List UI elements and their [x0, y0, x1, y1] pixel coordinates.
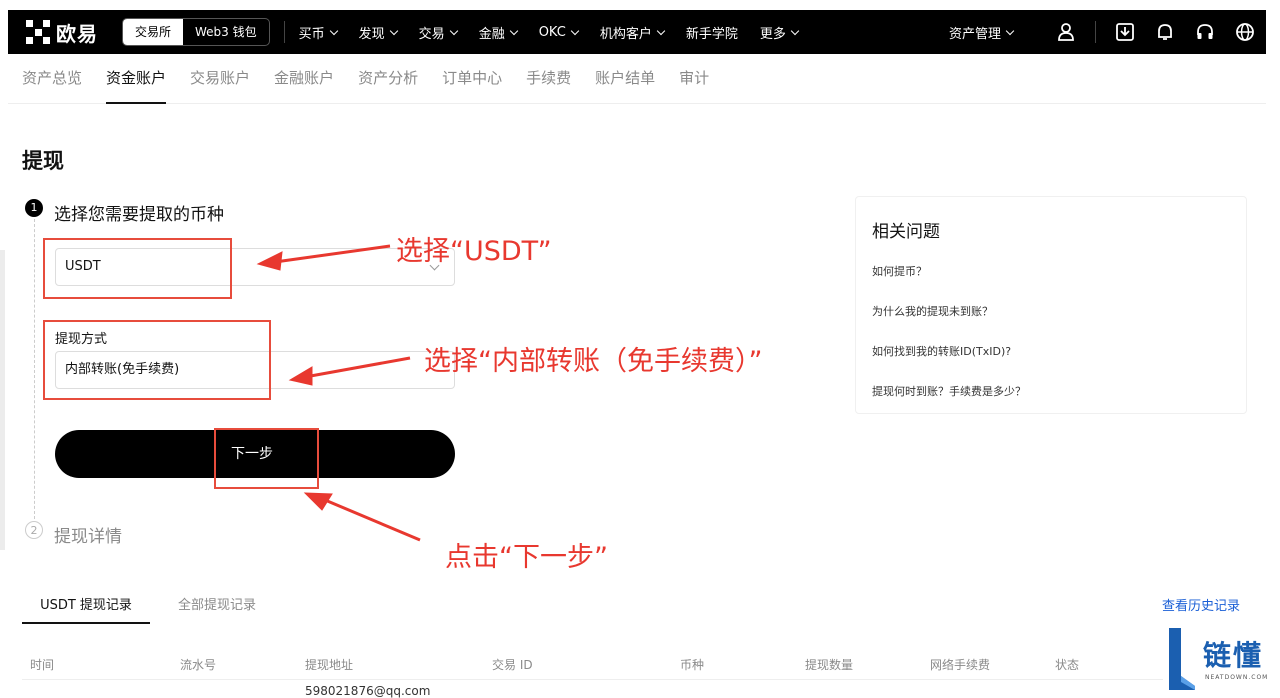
page-frame: 欧易 交易所 Web3 钱包 买币 发现 交易 金融 OKC 机构客户 新手学院…: [0, 0, 1280, 698]
watermark-logo-icon: [1169, 628, 1195, 690]
watermark-text: 链懂: [1203, 639, 1264, 672]
annotation-select-internal-transfer: 选择“内部转账（免手续费）”: [424, 346, 763, 377]
watermark: 链懂 NEATDOWN.COM: [1163, 624, 1280, 693]
annotation-click-next: 点击“下一步”: [445, 542, 608, 573]
watermark-subtext: NEATDOWN.COM: [1205, 674, 1269, 681]
annotation-select-usdt: 选择“USDT”: [396, 236, 552, 267]
